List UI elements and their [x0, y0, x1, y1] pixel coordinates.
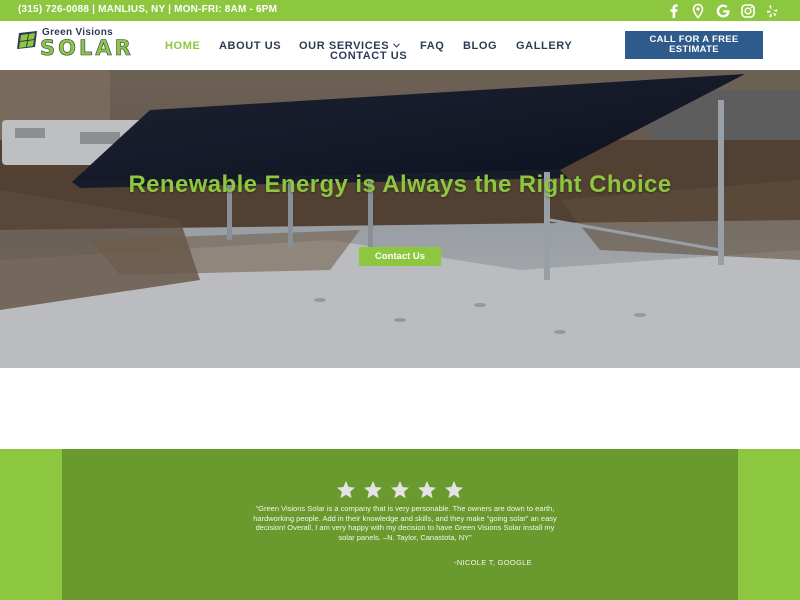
facebook-icon[interactable] — [666, 3, 682, 19]
yelp-icon[interactable] — [764, 3, 780, 19]
nav-home[interactable]: HOME — [165, 40, 200, 52]
star-icon — [363, 480, 383, 500]
top-bar: (315) 726-0088 | MANLIUS, NY | MON-FRI: … — [0, 0, 800, 21]
nav-faq[interactable]: FAQ — [420, 40, 444, 52]
review-quote: “Green Visions Solar is a company that i… — [253, 504, 557, 542]
map-pin-icon[interactable] — [690, 3, 706, 19]
instagram-icon[interactable] — [740, 3, 756, 19]
star-icon — [417, 480, 437, 500]
star-icon — [390, 480, 410, 500]
google-icon[interactable] — [715, 3, 731, 19]
review-author: -NICOLE T, GOOGLE — [454, 558, 532, 567]
nav-contact-us[interactable]: CONTACT US — [330, 50, 407, 62]
site-logo[interactable]: Green Visions SOLAR — [16, 25, 146, 67]
hero-solar-array-image — [0, 70, 800, 368]
free-estimate-button[interactable]: CALL FOR A FREE ESTIMATE — [625, 31, 763, 59]
logo-wordmark: SOLAR — [40, 36, 134, 61]
nav-blog[interactable]: BLOG — [463, 40, 497, 52]
solar-panel-logo-icon — [17, 31, 37, 49]
hero-contact-button[interactable]: Contact Us — [359, 247, 441, 266]
hero-title: Renewable Energy is Always the Right Cho… — [128, 171, 672, 198]
nav-gallery[interactable]: GALLERY — [516, 40, 572, 52]
site-header: Green Visions SOLAR HOME ABOUT US OUR SE… — [0, 21, 800, 70]
nav-about-us[interactable]: ABOUT US — [219, 40, 281, 52]
star-icon — [336, 480, 356, 500]
star-rating — [336, 480, 466, 500]
contact-info: (315) 726-0088 | MANLIUS, NY | MON-FRI: … — [18, 4, 278, 15]
chevron-down-icon — [393, 43, 401, 48]
star-icon — [444, 480, 464, 500]
hero-section: Renewable Energy is Always the Right Cho… — [0, 70, 800, 368]
